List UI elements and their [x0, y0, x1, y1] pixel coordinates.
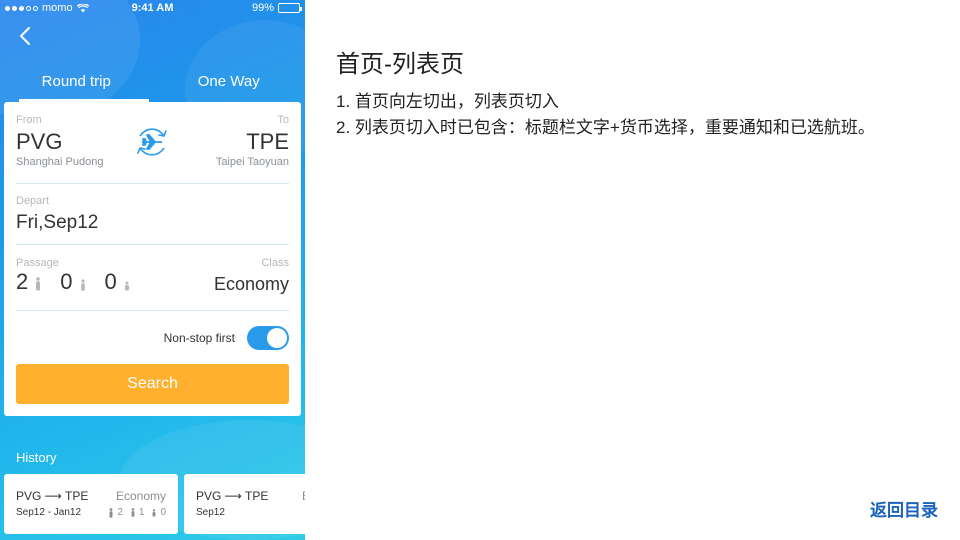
- destination-label: To: [277, 114, 289, 126]
- back-chevron-icon[interactable]: [16, 26, 36, 46]
- note-item: 2. 列表页切入时已包含：标题栏文字+货币选择，重要通知和已选航班。: [336, 118, 875, 137]
- child-icon: [80, 279, 85, 291]
- history-route: PVG ⟶ TPE: [196, 489, 269, 503]
- child-count: 0: [60, 269, 73, 294]
- divider: [16, 183, 289, 184]
- depart-date: Fri,Sep12: [16, 212, 99, 233]
- infant-count: 0: [104, 269, 117, 294]
- history-card[interactable]: PVG ⟶ TPE Economy Sep12 - Jan12 2 1 0: [4, 474, 178, 534]
- destination-field[interactable]: To TPE Taipei Taoyuan: [216, 114, 289, 168]
- history-card[interactable]: PVG ⟶ TPE Ec Sep12: [184, 474, 305, 534]
- search-button[interactable]: Search: [16, 364, 289, 404]
- status-bar: momo 9:41 AM 99%: [0, 0, 305, 18]
- destination-airport: Taipei Taoyuan: [215, 156, 289, 168]
- origin-airport: Shanghai Pudong: [16, 156, 104, 168]
- class-value[interactable]: Economy: [214, 274, 289, 295]
- passenger-counts[interactable]: 2 0 0: [16, 269, 131, 295]
- nonstop-toggle[interactable]: [247, 326, 289, 350]
- infant-icon: [152, 508, 156, 517]
- history-children: 1: [138, 507, 145, 518]
- passengers-class-row: Passage Class 2 0 0 Economy: [16, 257, 289, 301]
- divider: [16, 244, 289, 245]
- phone-screen: momo 9:41 AM 99% Round trip One Way From…: [0, 0, 305, 540]
- destination-code: TPE: [246, 129, 289, 154]
- toggle-knob: [267, 328, 287, 348]
- depart-field[interactable]: Depart Fri,Sep12: [16, 195, 289, 234]
- slide: momo 9:41 AM 99% Round trip One Way From…: [0, 0, 960, 540]
- divider: [16, 310, 289, 311]
- adult-icon: [304, 507, 305, 517]
- swap-airports-icon[interactable]: [132, 122, 172, 162]
- nonstop-label: Non-stop first: [163, 331, 235, 345]
- note-item: 1. 首页向左切出，列表页切入: [336, 92, 559, 111]
- adult-count: 2: [16, 269, 29, 294]
- history-class: Economy: [115, 489, 166, 503]
- origin-field[interactable]: From PVG Shanghai Pudong: [16, 114, 103, 168]
- history-passengers: [304, 507, 305, 517]
- tab-round-trip[interactable]: Round trip: [0, 68, 153, 102]
- history-passengers: 2 1 0: [108, 507, 166, 518]
- origin-code: PVG: [16, 129, 63, 154]
- history-dates: Sep12 - Jan12: [16, 507, 82, 518]
- adult-icon: [109, 507, 113, 518]
- history-adults: 2: [117, 507, 123, 518]
- history-route: PVG ⟶ TPE: [16, 489, 89, 503]
- battery-percent: 99%: [251, 2, 274, 14]
- passengers-label: Passage: [16, 257, 59, 269]
- history-title: History: [16, 450, 57, 465]
- history-infants: 0: [160, 507, 166, 518]
- return-to-contents-link[interactable]: 返回目录: [870, 496, 938, 521]
- origin-label: From: [16, 114, 42, 126]
- search-form-card: From PVG Shanghai Pudong To TPE Taipei T…: [4, 102, 301, 416]
- trip-type-tabs: Round trip One Way: [0, 68, 305, 102]
- tab-one-way[interactable]: One Way: [153, 68, 306, 102]
- battery-icon: [278, 3, 302, 13]
- history-class: Ec: [302, 489, 305, 503]
- child-icon: [131, 508, 135, 517]
- infant-icon: [124, 281, 129, 291]
- notes-title: 首页-列表页: [336, 51, 464, 78]
- depart-label: Depart: [16, 195, 50, 207]
- adult-icon: [36, 277, 41, 291]
- history-dates: Sep12: [196, 507, 225, 518]
- class-label: Class: [261, 257, 289, 269]
